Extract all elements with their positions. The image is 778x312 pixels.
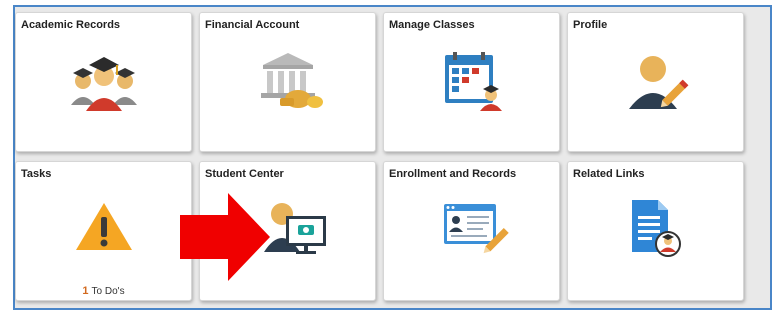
tile-manage-classes[interactable]: Manage Classes xyxy=(383,12,560,152)
todo-number: 1 xyxy=(82,285,89,297)
tile-title: Tasks xyxy=(21,168,52,180)
graduates-icon xyxy=(71,57,137,111)
profile-edit-icon xyxy=(629,56,689,109)
tile-title: Financial Account xyxy=(205,19,300,31)
document-user-icon xyxy=(632,200,681,257)
tile-tasks[interactable]: Tasks 1 To Do's xyxy=(15,161,192,301)
tile-profile[interactable]: Profile xyxy=(567,12,744,152)
warning-icon xyxy=(76,203,132,250)
id-card-icon xyxy=(444,204,509,254)
tile-title: Student Center xyxy=(205,168,284,180)
tile-title: Manage Classes xyxy=(389,19,475,31)
tile-title: Academic Records xyxy=(21,19,121,31)
tile-title: Related Links xyxy=(573,168,645,180)
bank-icon xyxy=(261,53,323,108)
tile-title: Profile xyxy=(573,19,608,31)
todo-count[interactable]: 1 To Do's xyxy=(16,285,191,297)
tile-title: Enrollment and Records xyxy=(389,168,517,180)
tile-financial-account[interactable]: Financial Account xyxy=(199,12,376,152)
calendar-icon xyxy=(445,52,502,111)
todo-label: To Do's xyxy=(91,286,125,297)
tile-academic-records[interactable]: Academic Records xyxy=(15,12,192,152)
tile-enrollment-records[interactable]: Enrollment and Records xyxy=(383,161,560,301)
tile-related-links[interactable]: Related Links xyxy=(567,161,744,301)
red-arrow-icon xyxy=(180,193,270,281)
